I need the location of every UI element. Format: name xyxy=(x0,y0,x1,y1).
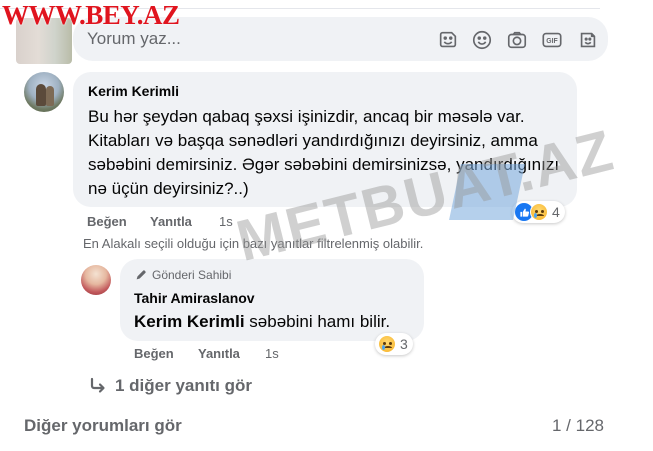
sad-reaction-icon xyxy=(530,203,548,221)
reply-text: Kerim Kerimli səbəbini hamı bilir. xyxy=(134,312,390,332)
camera-icon[interactable] xyxy=(506,29,528,51)
reaction-count: 3 xyxy=(400,336,408,352)
avatar-figure xyxy=(36,84,46,106)
author-badge-label: Gönderi Sahibi xyxy=(152,268,232,282)
comment-input-placeholder: Yorum yaz... xyxy=(87,29,181,48)
like-button[interactable]: Beğen xyxy=(87,214,127,229)
avatar[interactable] xyxy=(24,72,64,112)
view-more-replies-link[interactable]: 1 diğer yanıtı gör xyxy=(89,376,252,396)
view-more-comments-link[interactable]: Diğer yorumları gör xyxy=(24,416,182,436)
reaction-count: 4 xyxy=(552,204,560,220)
pencil-icon xyxy=(136,270,146,280)
like-button[interactable]: Beğen xyxy=(134,346,174,361)
reply-arrow-icon xyxy=(90,377,105,393)
sticker-icon[interactable] xyxy=(437,29,459,51)
sad-reaction-icon xyxy=(378,335,396,353)
mention-link[interactable]: Kerim Kerimli xyxy=(134,312,245,331)
reply-timestamp[interactable]: 1s xyxy=(265,346,279,361)
avatar-sticker-icon[interactable] xyxy=(577,29,599,51)
comment-pagination: 1 / 128 xyxy=(552,416,604,435)
reply-avatar[interactable] xyxy=(81,265,111,295)
view-more-replies-label: 1 diğer yanıtı gör xyxy=(115,376,252,395)
reply-text-body: səbəbini hamı bilir. xyxy=(249,312,391,331)
avatar-figure xyxy=(46,86,54,106)
reply-button[interactable]: Yanıtla xyxy=(198,346,240,361)
reply-button[interactable]: Yanıtla xyxy=(150,214,192,229)
svg-text:GIF: GIF xyxy=(546,38,557,45)
author-badge: Gönderi Sahibi xyxy=(134,268,231,282)
site-logo: WWW.BEY.AZ xyxy=(2,0,180,30)
gif-icon[interactable]: GIF xyxy=(541,29,563,51)
reply-author[interactable]: Tahir Amiraslanov xyxy=(134,290,255,306)
comment-author[interactable]: Kerim Kerimli xyxy=(88,83,179,99)
emoji-icon[interactable] xyxy=(471,29,493,51)
reaction-summary[interactable]: 3 xyxy=(375,333,413,355)
